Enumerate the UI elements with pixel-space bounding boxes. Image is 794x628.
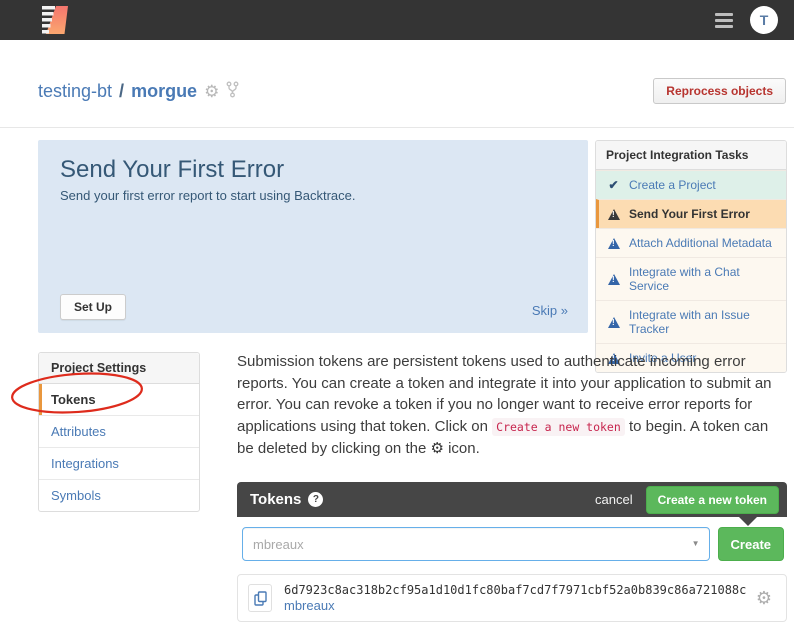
project-settings-gear-icon[interactable]: ⚙: [204, 83, 219, 100]
settings-item-symbols[interactable]: Symbols: [39, 479, 199, 511]
create-button[interactable]: Create: [718, 527, 784, 561]
token-owner-input[interactable]: [242, 527, 710, 561]
pointer-caret-icon: [739, 517, 757, 526]
tokens-widget: Tokens ? cancel Create a new token ▼ Cre…: [237, 482, 787, 622]
warning-icon: [606, 238, 621, 249]
warning-icon: [606, 317, 621, 328]
gear-icon: ⚙: [430, 440, 443, 457]
chevron-down-icon[interactable]: ▼: [692, 539, 700, 548]
integration-tasks-title: Project Integration Tasks: [596, 141, 786, 170]
breadcrumb: testing-bt / morgue ⚙: [38, 79, 239, 103]
topbar: T: [0, 0, 794, 40]
warning-icon: [606, 209, 621, 220]
check-icon: ✔: [606, 178, 621, 192]
settings-item-tokens[interactable]: Tokens: [39, 384, 199, 415]
copy-icon: [254, 591, 267, 606]
getting-started-subtitle: Send your first error report to start us…: [60, 188, 356, 203]
token-settings-gear-icon[interactable]: ⚙: [756, 589, 772, 607]
copy-token-button[interactable]: [248, 584, 272, 612]
getting-started-title: Send Your First Error: [60, 156, 284, 184]
fork-icon[interactable]: [226, 81, 239, 103]
header-divider: [0, 127, 794, 128]
backtrace-logo[interactable]: [38, 3, 72, 37]
breadcrumb-separator: /: [119, 81, 124, 102]
project-settings-title: Project Settings: [39, 353, 199, 384]
backtrace-logo-icon: [38, 3, 72, 37]
topbar-actions: T: [713, 6, 778, 34]
set-up-button[interactable]: Set Up: [60, 294, 126, 320]
user-avatar[interactable]: T: [750, 6, 778, 34]
create-new-token-button[interactable]: Create a new token: [646, 486, 779, 514]
task-integrate-issue-tracker[interactable]: Integrate with an Issue Tracker: [596, 300, 786, 343]
skip-link[interactable]: Skip »: [532, 303, 568, 318]
help-icon[interactable]: ?: [308, 492, 323, 507]
token-row: 6d7923c8ac318b2cf95a1d10d1fc80baf7cd7f79…: [237, 574, 787, 622]
new-token-form: ▼ Create: [237, 517, 787, 570]
task-integrate-chat-service[interactable]: Integrate with a Chat Service: [596, 257, 786, 300]
integration-tasks-panel: Project Integration Tasks ✔ Create a Pro…: [595, 140, 787, 373]
task-attach-additional-metadata[interactable]: Attach Additional Metadata: [596, 228, 786, 257]
token-owner-link[interactable]: mbreaux: [284, 598, 746, 613]
tokens-widget-header: Tokens ? cancel Create a new token: [237, 482, 787, 517]
tokens-widget-title: Tokens: [250, 491, 301, 508]
reprocess-objects-button[interactable]: Reprocess objects: [653, 78, 786, 104]
tokens-description: Submission tokens are persistent tokens …: [237, 351, 789, 460]
description-text-3: icon.: [444, 440, 480, 457]
task-create-a-project[interactable]: ✔ Create a Project: [596, 170, 786, 199]
warning-icon: [606, 274, 621, 285]
breadcrumb-project-link[interactable]: testing-bt: [38, 81, 112, 102]
project-settings-panel: Project Settings Tokens Attributes Integ…: [38, 352, 200, 512]
task-send-your-first-error[interactable]: Send Your First Error: [596, 199, 786, 228]
settings-item-integrations[interactable]: Integrations: [39, 447, 199, 479]
token-value: 6d7923c8ac318b2cf95a1d10d1fc80baf7cd7f79…: [284, 583, 746, 597]
breadcrumb-view-link[interactable]: morgue: [131, 81, 197, 102]
getting-started-panel: Send Your First Error Send your first er…: [38, 140, 588, 333]
menu-icon[interactable]: [713, 9, 735, 32]
cancel-link[interactable]: cancel: [595, 492, 633, 507]
settings-item-attributes[interactable]: Attributes: [39, 415, 199, 447]
create-token-code-chip: Create a new token: [492, 418, 625, 436]
